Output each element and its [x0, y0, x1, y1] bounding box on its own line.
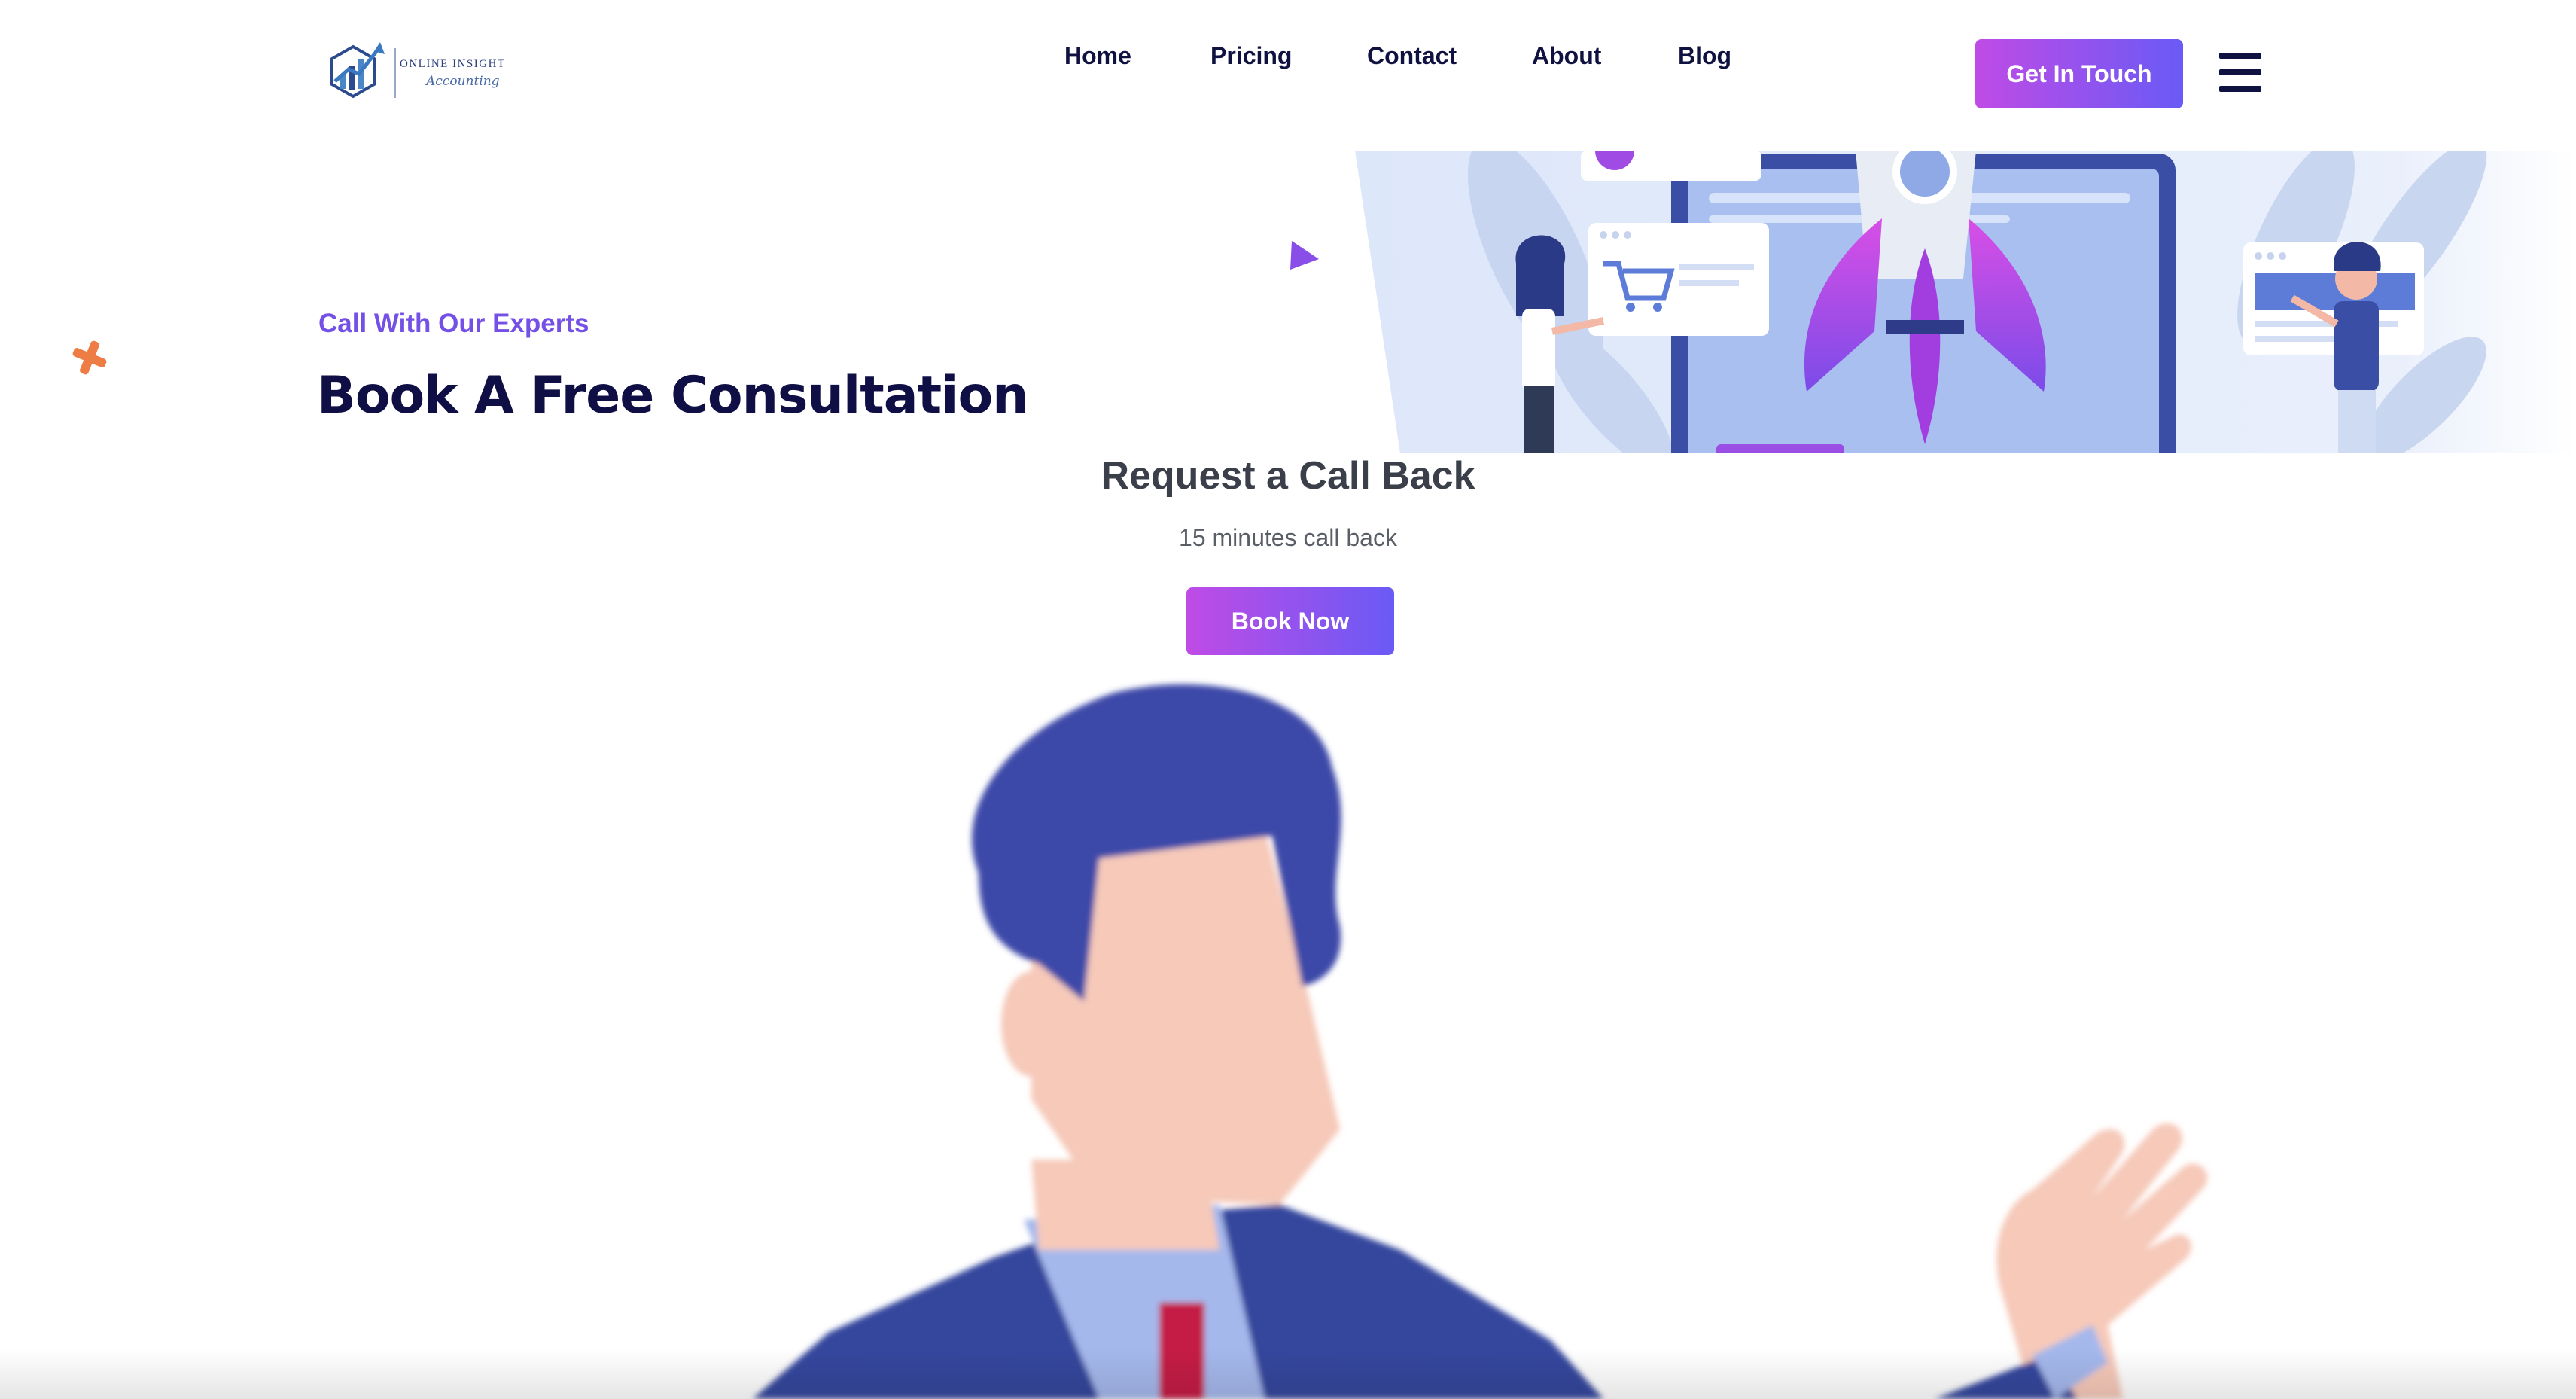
nav-blog[interactable]: Blog	[1678, 42, 1731, 70]
hero-eyebrow: Call With Our Experts	[318, 309, 589, 338]
nav-home[interactable]: Home	[1064, 42, 1131, 70]
hamburger-menu-icon[interactable]	[2219, 53, 2261, 92]
callback-subtitle: 15 minutes call back	[1179, 524, 1397, 551]
hero-title: Book A Free Consultation	[317, 366, 1029, 425]
logo-name: ONLINE INSIGHT	[400, 58, 506, 70]
nav-contact[interactable]: Contact	[1367, 42, 1457, 70]
page: ONLINE INSIGHT Accounting Home Pricing C…	[0, 0, 2576, 1399]
nav-pricing[interactable]: Pricing	[1210, 42, 1292, 70]
get-in-touch-button[interactable]: Get In Touch	[1975, 39, 2183, 108]
logo-tagline: Accounting	[426, 74, 500, 89]
orange-cross-decoration-icon	[72, 340, 107, 375]
site-header: ONLINE INSIGHT Accounting Home Pricing C…	[0, 0, 2576, 151]
triangle-decoration-icon	[1290, 241, 1319, 270]
book-now-button[interactable]: Book Now	[1186, 587, 1394, 655]
consultant-man-illustration	[753, 684, 2208, 1399]
callback-title: Request a Call Back	[1101, 454, 1475, 498]
logo-icon	[320, 38, 516, 108]
nav-about[interactable]: About	[1532, 42, 1601, 70]
rocket-launch-illustration	[1355, 151, 2576, 453]
